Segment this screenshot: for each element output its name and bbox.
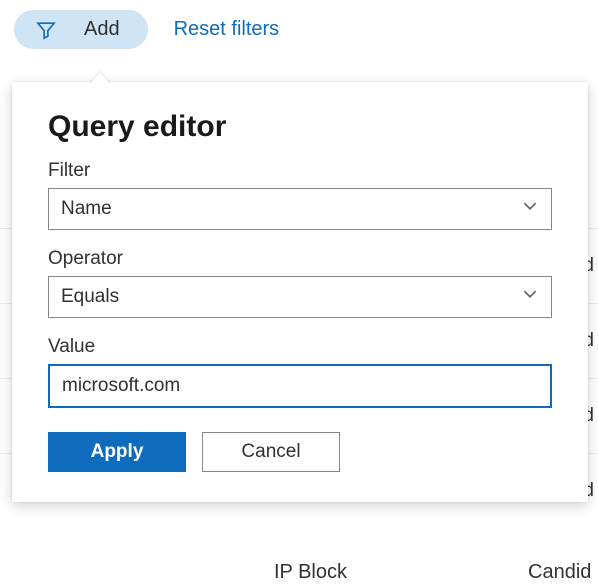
operator-field-label: Operator [48,248,552,270]
query-editor-popover: Query editor Filter Name Operator Equals… [12,82,588,502]
value-field-label: Value [48,336,552,358]
operator-select-value: Equals [61,286,119,308]
popover-arrow [90,72,110,84]
filter-select-value: Name [61,198,112,220]
button-row: Apply Cancel [48,432,552,472]
apply-button[interactable]: Apply [48,432,186,472]
cancel-button[interactable]: Cancel [202,432,340,472]
reset-filters-link[interactable]: Reset filters [174,18,280,41]
filter-select[interactable]: Name [48,188,552,230]
popover-title: Query editor [48,110,552,144]
filter-field-label: Filter [48,160,552,182]
operator-select[interactable]: Equals [48,276,552,318]
filter-toolbar: Add Reset filters [0,0,598,59]
chevron-down-icon [521,285,539,309]
value-input[interactable] [48,364,552,408]
add-filter-label: Add [84,18,120,41]
filter-icon [36,20,56,40]
chevron-down-icon [521,197,539,221]
add-filter-button[interactable]: Add [14,10,148,49]
footer-text-candid: Candid [528,561,591,584]
footer-text-ipblock: IP Block [274,561,347,584]
